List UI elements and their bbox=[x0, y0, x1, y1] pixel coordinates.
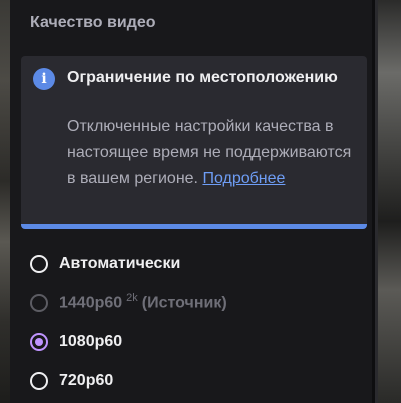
quality-option-auto[interactable]: Автоматически bbox=[30, 244, 370, 283]
radio-button[interactable] bbox=[30, 254, 48, 273]
video-background-right bbox=[378, 0, 401, 403]
menu-title: Качество видео bbox=[30, 14, 156, 31]
notice-title: Ограничение по местоположению bbox=[67, 69, 338, 86]
quality-option-720p60[interactable]: 720p60 bbox=[30, 361, 370, 400]
resolution-badge: 2k bbox=[126, 292, 138, 305]
info-icon: i bbox=[33, 68, 55, 90]
quality-option-1080p60[interactable]: 1080p60 bbox=[30, 322, 370, 361]
location-restriction-notice: i Ограничение по местоположению Отключен… bbox=[21, 56, 367, 229]
quality-option-name: 1440p60 bbox=[59, 294, 123, 312]
learn-more-link[interactable]: Подробнее bbox=[202, 170, 285, 187]
quality-option-label: 1080p60 bbox=[59, 332, 123, 350]
radio-button[interactable] bbox=[30, 371, 48, 390]
source-tag: (Источник) bbox=[141, 294, 227, 312]
video-quality-menu: Качество видео i Ограничение по местопол… bbox=[10, 0, 375, 403]
quality-options: Автоматически 1440p60 2k (Источник) 1080p6… bbox=[30, 244, 370, 400]
quality-option-1440p60: 1440p60 2k (Источник) bbox=[30, 283, 370, 322]
notice-body: Отключенные настройки качества в настоящ… bbox=[67, 114, 357, 192]
radio-button-selected[interactable] bbox=[30, 332, 48, 351]
radio-button-disabled bbox=[30, 293, 48, 312]
quality-option-label: 1440p60 2k (Источник) bbox=[59, 292, 227, 312]
quality-option-label: Автоматически bbox=[59, 254, 181, 272]
quality-option-label: 720p60 bbox=[59, 371, 114, 389]
